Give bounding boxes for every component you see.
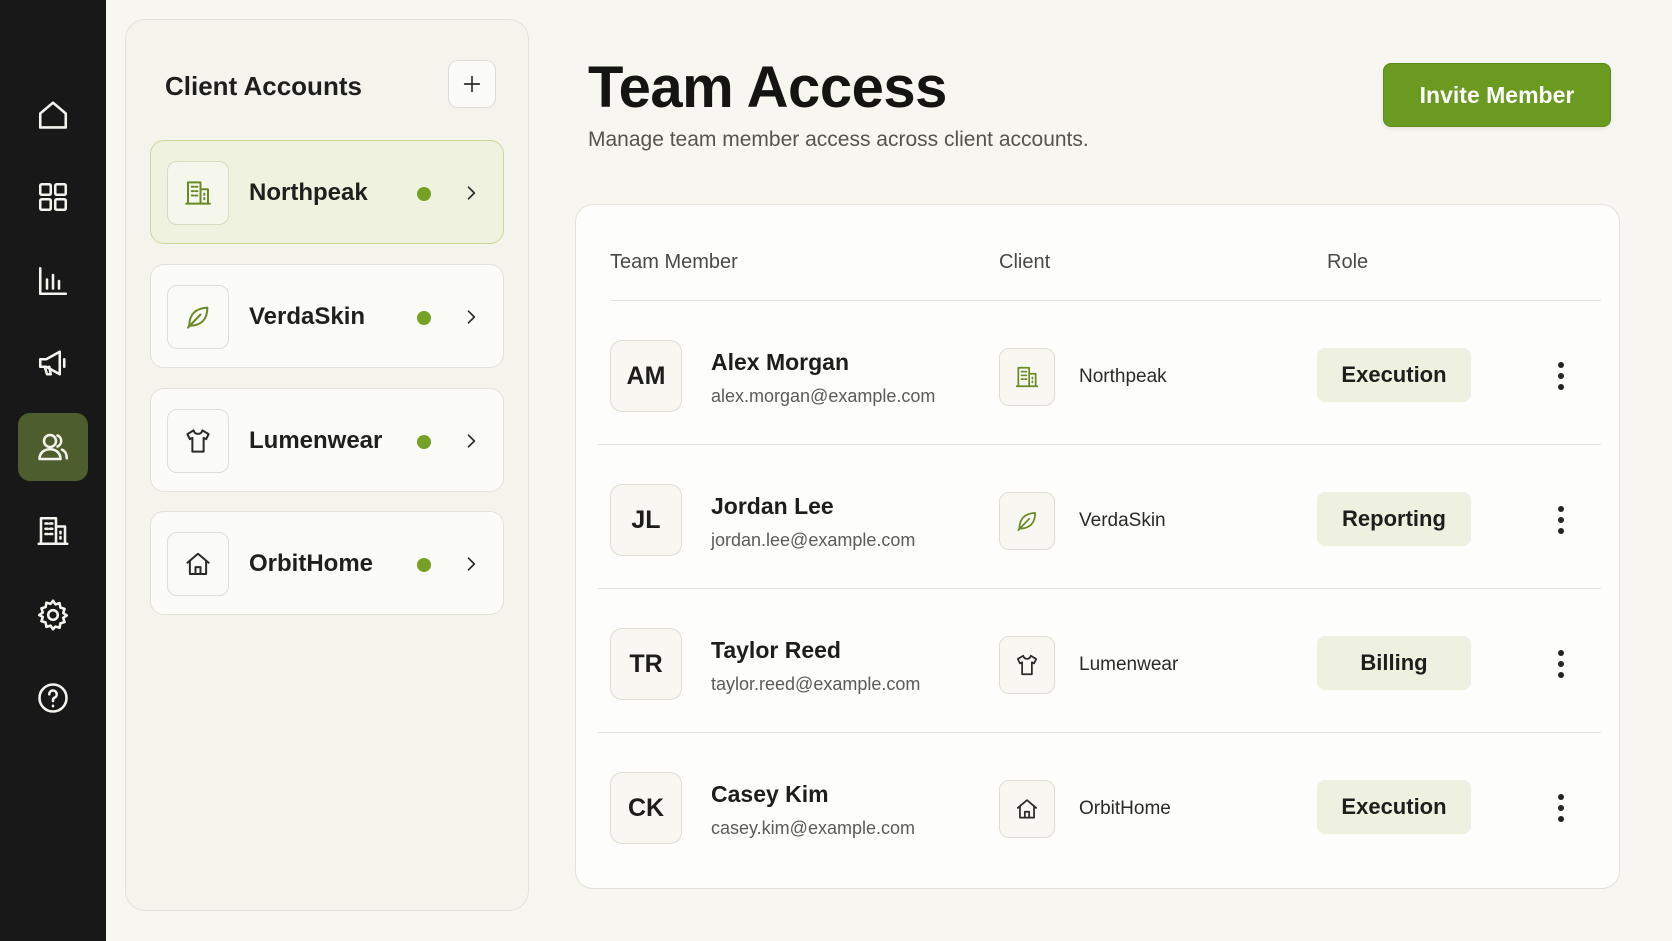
- client-accounts-title: Client Accounts: [165, 71, 362, 101]
- client-icon-box: [999, 492, 1055, 550]
- house-icon: [1016, 799, 1038, 819]
- bar-chart-icon: [38, 266, 68, 296]
- client-icon-box: [167, 532, 229, 596]
- building-icon: [1015, 366, 1039, 388]
- avatar: TR: [610, 628, 682, 700]
- leaf-icon: [187, 306, 209, 329]
- leaf-icon: [1017, 512, 1036, 532]
- avatar: CK: [610, 772, 682, 844]
- member-name: Taylor Reed: [711, 637, 841, 663]
- status-dot: [417, 187, 431, 201]
- row-menu-kebab-icon[interactable]: [1544, 500, 1578, 540]
- shirt-icon: [186, 429, 210, 453]
- chevron-right-icon: [461, 183, 481, 203]
- client-item-lumenwear[interactable]: Lumenwear: [150, 388, 504, 492]
- member-name: Alex Morgan: [711, 349, 850, 375]
- role-badge[interactable]: Billing: [1317, 636, 1471, 690]
- row-menu-kebab-icon[interactable]: [1544, 788, 1578, 828]
- client-name: OrbitHome: [249, 550, 374, 577]
- status-dot: [417, 435, 431, 449]
- column-header-role[interactable]: Role: [1327, 251, 1368, 274]
- chevron-right-icon: [461, 554, 481, 574]
- users-icon: [38, 433, 69, 461]
- avatar: JL: [610, 484, 682, 556]
- house-icon: [186, 552, 210, 575]
- member-email: casey.kim@example.com: [711, 818, 915, 838]
- building-icon: [37, 516, 69, 546]
- nav-settings[interactable]: [18, 581, 88, 649]
- table-row[interactable]: CK Casey Kim casey.kim@example.com Orbit…: [576, 733, 1621, 877]
- client-icon-box: [999, 780, 1055, 838]
- dashboard-grid-icon: [38, 182, 68, 212]
- client-name: Lumenwear: [249, 427, 383, 454]
- member-email: jordan.lee@example.com: [711, 530, 916, 550]
- role-badge[interactable]: Reporting: [1317, 492, 1471, 546]
- row-menu-kebab-icon[interactable]: [1544, 356, 1578, 396]
- client-item-northpeak[interactable]: Northpeak: [150, 140, 504, 244]
- member-name: Jordan Lee: [711, 493, 834, 519]
- nav-campaigns[interactable]: [18, 329, 88, 397]
- settings-gear-icon: [37, 599, 69, 631]
- client-name: OrbitHome: [1079, 798, 1171, 819]
- nav-team[interactable]: [18, 413, 88, 481]
- member-email: alex.morgan@example.com: [711, 386, 936, 406]
- column-header-team-member[interactable]: Team Member: [610, 251, 738, 274]
- role-badge[interactable]: Execution: [1317, 780, 1471, 834]
- nav-dashboard[interactable]: [18, 163, 88, 231]
- plus-icon: [463, 75, 481, 93]
- help-circle-icon: [38, 683, 68, 713]
- status-dot: [417, 558, 431, 572]
- nav-help[interactable]: [18, 664, 88, 732]
- shirt-icon: [1016, 654, 1038, 676]
- add-client-button[interactable]: [448, 60, 496, 108]
- client-name: Lumenwear: [1079, 654, 1179, 675]
- table-row[interactable]: JL Jordan Lee jordan.lee@example.com Ver…: [576, 445, 1621, 589]
- client-name: Northpeak: [249, 179, 368, 206]
- member-email: taylor.reed@example.com: [711, 674, 921, 694]
- client-item-verdaskin[interactable]: VerdaSkin: [150, 264, 504, 368]
- client-name: Northpeak: [1079, 366, 1167, 387]
- app-root: Client Accounts Northpeak VerdaSkin Lume: [0, 0, 1672, 941]
- client-icon-box: [167, 161, 229, 225]
- building-icon: [185, 181, 211, 205]
- client-icon-box: [167, 409, 229, 473]
- row-menu-kebab-icon[interactable]: [1544, 644, 1578, 684]
- role-badge[interactable]: Execution: [1317, 348, 1471, 402]
- client-icon-box: [999, 348, 1055, 406]
- table-row[interactable]: AM Alex Morgan alex.morgan@example.com N…: [576, 301, 1621, 445]
- client-item-orbithome[interactable]: OrbitHome: [150, 511, 504, 615]
- client-name: VerdaSkin: [1079, 510, 1166, 531]
- nav-organizations[interactable]: [18, 497, 88, 565]
- icon-rail: [0, 0, 106, 941]
- table-row[interactable]: TR Taylor Reed taylor.reed@example.com L…: [576, 589, 1621, 733]
- avatar: AM: [610, 340, 682, 412]
- column-header-client[interactable]: Client: [999, 251, 1050, 274]
- status-dot: [417, 311, 431, 325]
- chevron-right-icon: [461, 307, 481, 327]
- client-name: VerdaSkin: [249, 303, 366, 330]
- megaphone-icon: [38, 350, 66, 376]
- page-subtitle: Manage team member access across client …: [588, 128, 1089, 151]
- invite-member-button[interactable]: Invite Member: [1383, 63, 1611, 127]
- member-name: Casey Kim: [711, 781, 829, 807]
- client-icon-box: [999, 636, 1055, 694]
- client-icon-box: [167, 285, 229, 349]
- team-access-table: Team Member Client Role AM Alex Morgan a…: [575, 204, 1620, 889]
- client-accounts-panel: Client Accounts Northpeak VerdaSkin Lume: [125, 19, 529, 911]
- home-icon: [38, 101, 68, 129]
- page-title: Team Access: [588, 55, 947, 120]
- nav-analytics[interactable]: [18, 247, 88, 315]
- chevron-right-icon: [461, 431, 481, 451]
- nav-home[interactable]: [18, 81, 88, 149]
